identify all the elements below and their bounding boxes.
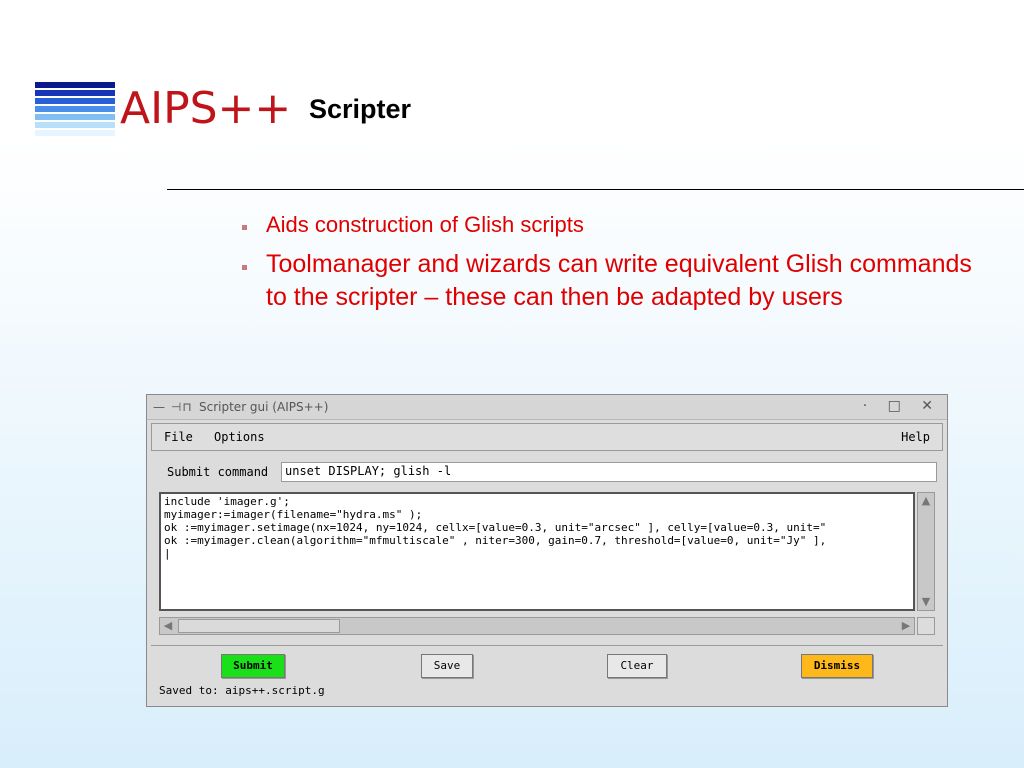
menu-bar: File Options Help bbox=[151, 423, 943, 451]
script-editor[interactable]: include 'imager.g'; myimager:=imager(fil… bbox=[159, 492, 915, 611]
horizontal-scroll-thumb[interactable] bbox=[178, 619, 340, 633]
horizontal-scrollbar[interactable]: ◀ ▶ bbox=[159, 617, 915, 635]
aips-logo: AIPS++ bbox=[120, 83, 292, 134]
bullet-marker bbox=[242, 265, 247, 270]
clear-button[interactable]: Clear bbox=[607, 654, 667, 678]
menu-options[interactable]: Options bbox=[214, 430, 265, 444]
bullet-text: Aids construction of Glish scripts bbox=[266, 212, 584, 237]
window-menu-icon[interactable]: — ⊣⊓ bbox=[153, 400, 193, 414]
bullet-item: Aids construction of Glish scripts bbox=[240, 210, 980, 240]
window-titlebar[interactable]: — ⊣⊓ Scripter gui (AIPS++) · □ ✕ bbox=[147, 395, 947, 420]
command-label: Submit command bbox=[167, 465, 269, 479]
slide-title: Scripter bbox=[309, 94, 412, 124]
bullet-marker bbox=[242, 225, 247, 230]
window-controls-icon[interactable]: · □ ✕ bbox=[863, 398, 941, 414]
scroll-left-icon[interactable]: ◀ bbox=[161, 619, 175, 633]
scroll-up-icon[interactable]: ▲ bbox=[919, 494, 933, 508]
scripter-window: — ⊣⊓ Scripter gui (AIPS++) · □ ✕ File Op… bbox=[146, 394, 948, 707]
bullet-item: Toolmanager and wizards can write equiva… bbox=[240, 248, 980, 314]
submit-button[interactable]: Submit bbox=[221, 654, 285, 678]
status-text: Saved to: aips++.script.g bbox=[159, 684, 325, 697]
bullet-list: Aids construction of Glish scripts Toolm… bbox=[240, 210, 980, 314]
scroll-down-icon[interactable]: ▼ bbox=[919, 595, 933, 609]
command-input[interactable]: unset DISPLAY; glish -l bbox=[281, 462, 937, 482]
scrollbar-corner bbox=[917, 617, 935, 635]
menu-file[interactable]: File bbox=[164, 430, 193, 444]
save-button[interactable]: Save bbox=[421, 654, 473, 678]
scroll-right-icon[interactable]: ▶ bbox=[899, 619, 913, 633]
window-title: Scripter gui (AIPS++) bbox=[199, 400, 329, 414]
menu-help[interactable]: Help bbox=[901, 430, 930, 444]
dismiss-button[interactable]: Dismiss bbox=[801, 654, 873, 678]
button-bar: Submit Save Clear Dismiss Saved to: aips… bbox=[151, 645, 943, 704]
command-row: Submit command unset DISPLAY; glish -l bbox=[151, 455, 943, 487]
title-divider bbox=[167, 189, 1024, 190]
bullet-text: Toolmanager and wizards can write equiva… bbox=[266, 250, 972, 311]
vertical-scrollbar[interactable]: ▲ ▼ bbox=[917, 492, 935, 611]
logo-stripes bbox=[35, 82, 115, 138]
